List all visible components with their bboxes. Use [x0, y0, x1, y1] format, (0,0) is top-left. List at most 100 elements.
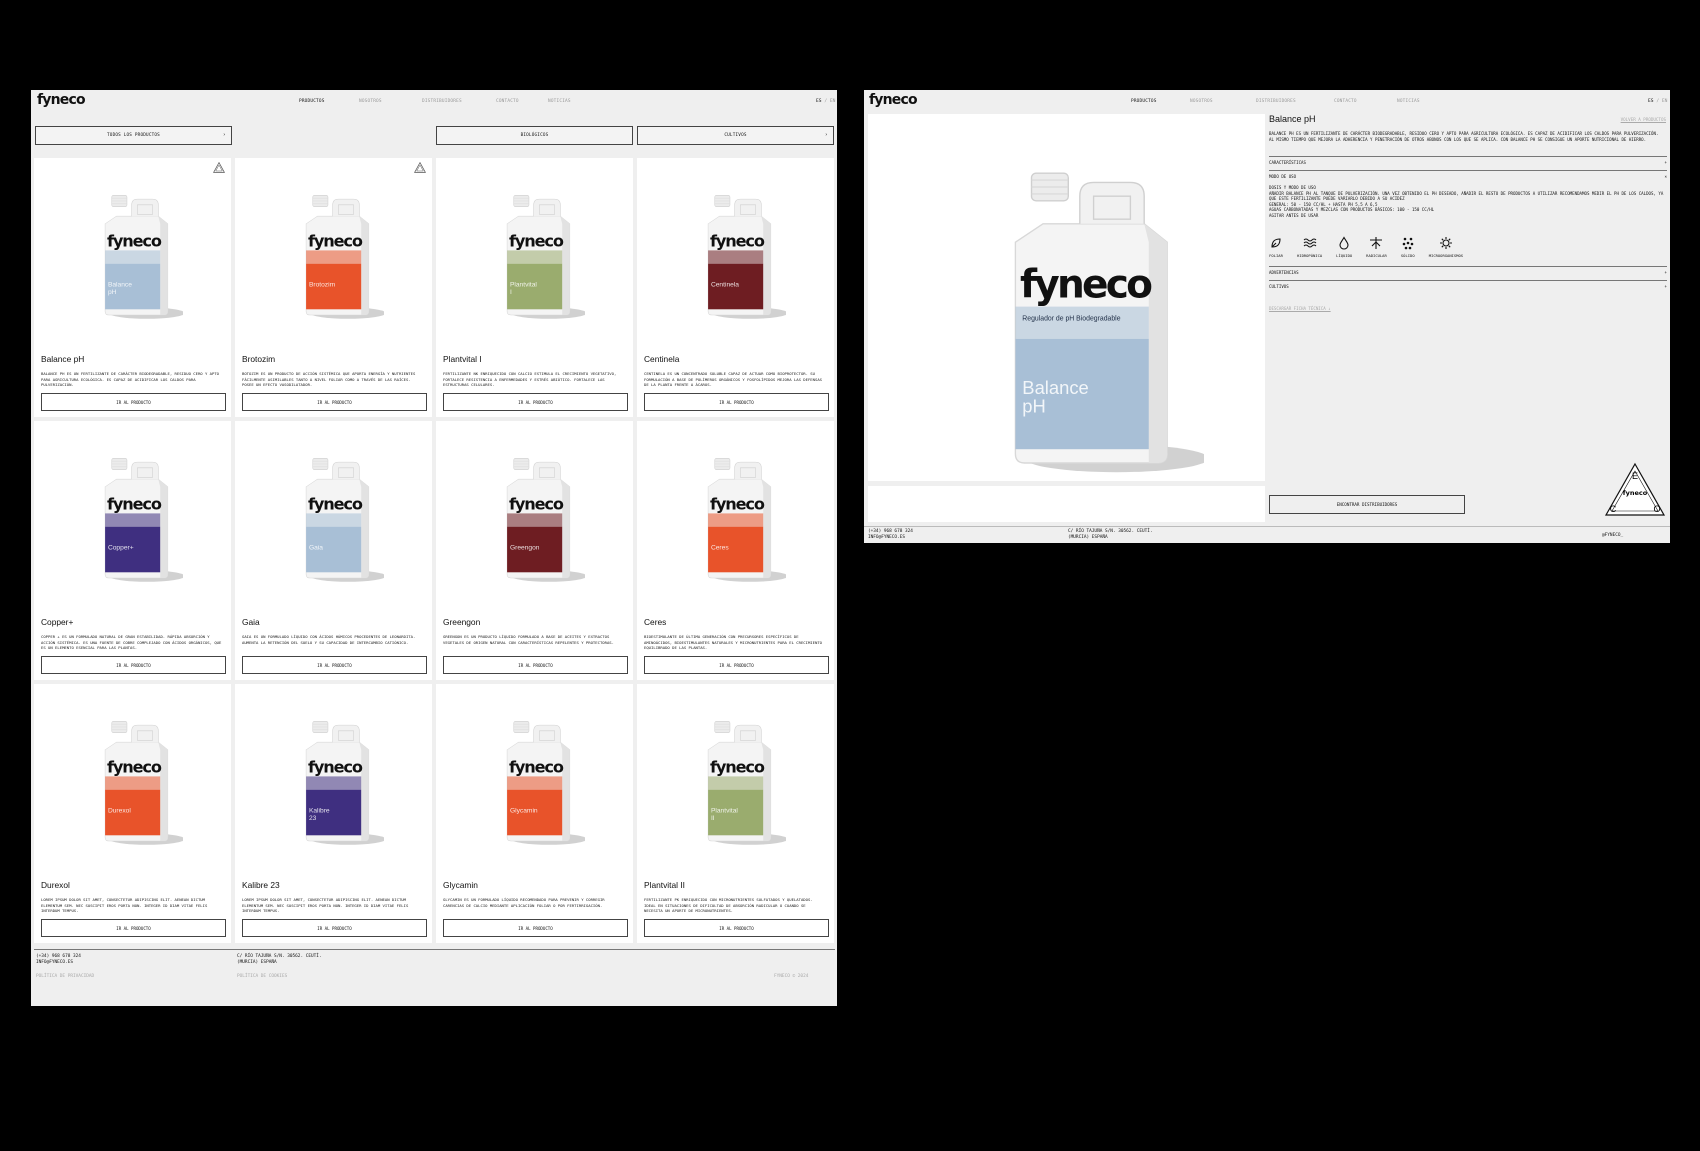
product-card[interactable]: fyneco Plantvital I Plantvital I Fertilizant…: [436, 158, 633, 417]
product-jug-image: fyneco BalancepH: [104, 195, 183, 319]
go-to-product-button[interactable]: Ir al producto: [242, 393, 427, 411]
product-card[interactable]: fyneco Plantvital II Plantvital II Fertiliza…: [637, 684, 834, 943]
go-to-product-button[interactable]: Ir al producto: [242, 656, 427, 674]
product-title: Balance pH: [1269, 114, 1316, 124]
accordion-mode[interactable]: Modo de uso ×: [1269, 170, 1667, 182]
find-distributors-button[interactable]: Encontrar distribuidores: [1269, 495, 1465, 514]
brand-logo[interactable]: fyneco: [37, 92, 86, 108]
go-to-product-button[interactable]: Ir al producto: [644, 393, 829, 411]
nav-contacto[interactable]: Contacto: [496, 99, 548, 104]
product-card-description: Fertilizante NK enriquecido con calcio e…: [443, 371, 617, 388]
go-to-product-button[interactable]: Ir al producto: [443, 919, 628, 937]
footer-privacy-link[interactable]: Política de privacidad: [36, 974, 94, 980]
download-datasheet-link[interactable]: Descargar ficha técnica ↓: [1269, 306, 1331, 311]
lang-es[interactable]: ES: [1648, 99, 1654, 104]
application-icons: Foliar Hidropónica Líquido Radicular Sól…: [1269, 236, 1477, 258]
back-to-products-link[interactable]: Volver a productos: [1621, 117, 1666, 122]
accordion-features[interactable]: Características +: [1269, 156, 1667, 168]
nav-nosotros[interactable]: Nosotros: [359, 99, 422, 104]
jug-label-name: Brotozim: [309, 282, 336, 289]
jug-logo-text: fyneco: [509, 232, 564, 251]
product-card[interactable]: fyneco Brotozim Brotozim Botozim es un prod…: [235, 158, 432, 417]
product-jug-image: fyneco Durexol: [104, 721, 183, 845]
mode-line: Añadir Balance pH al tanque de pulveriza…: [1269, 190, 1664, 202]
nav-noticias[interactable]: Noticias: [548, 99, 598, 104]
product-card[interactable]: fyneco Durexol Durexol Lorem ipsum dolor si…: [34, 684, 231, 943]
footer-cookies-link[interactable]: Política de cookies: [237, 974, 287, 980]
accordion-warnings-label: Advertencias: [1269, 270, 1299, 275]
go-to-product-button[interactable]: Ir al producto: [644, 919, 829, 937]
jug-label-name: II: [711, 815, 715, 822]
product-card[interactable]: fyneco Gaia Gaia Gaia es un formulado líqui…: [235, 421, 432, 680]
jug-logo-text: fyneco: [107, 495, 162, 514]
product-card[interactable]: fyneco Kalibre 23 Kalibre 23 Lorem ipsum dol…: [235, 684, 432, 943]
go-to-product-button[interactable]: Ir al producto: [443, 656, 628, 674]
product-card[interactable]: fyneco Centinela Centinela Centinela es un …: [637, 158, 834, 417]
product-card-description: Copper + es un formulado natural de gran…: [41, 634, 222, 651]
go-to-product-button[interactable]: Ir al producto: [41, 656, 226, 674]
product-card[interactable]: fyneco Copper+ Copper+ Copper + es un formu…: [34, 421, 231, 680]
footer-phone[interactable]: (+34) 968 678 324: [868, 529, 913, 535]
go-to-product-button[interactable]: Ir al producto: [41, 919, 226, 937]
brand-logo[interactable]: fyneco: [869, 92, 918, 108]
go-to-product-button[interactable]: Ir al producto: [41, 393, 226, 411]
jug-logo-text: fyneco: [509, 758, 564, 777]
filter-cultivos[interactable]: Cultivos ›: [637, 126, 834, 145]
eco-certified-icon: [414, 162, 426, 173]
footer-phone[interactable]: (+34) 968 678 324: [36, 954, 81, 960]
product-jug-image: fyneco Gaia: [305, 458, 384, 582]
use-hidroponica: Hidropónica: [1297, 236, 1322, 258]
footer-email[interactable]: info@fyneco.es: [868, 535, 913, 541]
go-to-product-button[interactable]: Ir al producto: [443, 393, 628, 411]
footer-address-line1: C/ Río Tajuña S/N. 30562. Ceutí.: [237, 954, 322, 959]
filter-all-products[interactable]: Todos los productos ›: [35, 126, 232, 145]
product-card-description: Glycamin es un formulado líquido recomen…: [443, 897, 605, 908]
footer-address-line2: (Murcia) España: [1068, 534, 1108, 540]
product-card-title: Plantvital I: [443, 354, 482, 364]
footer-social-handle[interactable]: @fyneco_: [1602, 533, 1623, 539]
product-card-title: Centinela: [644, 354, 680, 364]
product-card-description: Greengon es un producto líquido formulad…: [443, 634, 614, 645]
use-microorganismos: Microorganismos: [1429, 236, 1463, 258]
jug-label-name: Durexol: [108, 808, 131, 815]
eco-seal-letter-c: C: [1610, 504, 1617, 514]
accordion-mode-label: Modo de uso: [1269, 174, 1297, 179]
nav-contacto[interactable]: Contacto: [1334, 99, 1397, 104]
catalog-footer: (+34) 968 678 324 info@fyneco.es C/ Río …: [34, 949, 835, 979]
lang-en[interactable]: EN: [1662, 99, 1668, 104]
product-jug-image: fyneco Centinela: [707, 195, 786, 319]
jug-label-name: pH: [108, 289, 117, 296]
chevron-icon: ›: [222, 132, 226, 138]
product-card-description: Gaia es un formulado líquido con ácidos …: [242, 634, 416, 645]
product-card[interactable]: fyneco Ceres Ceres Bioestimulante de última…: [637, 421, 834, 680]
go-to-product-button[interactable]: Ir al producto: [644, 656, 829, 674]
product-card-title: Kalibre 23: [242, 880, 280, 890]
product-card-description: Fertilizante PK enriquecido con micronut…: [644, 897, 813, 914]
nav-productos[interactable]: Productos: [299, 99, 359, 104]
jug-label-name: Copper+: [108, 545, 134, 552]
accordion-crops-label: Cultivos: [1269, 284, 1289, 289]
nav-distribuidores[interactable]: Distribuidores: [422, 99, 496, 104]
accordion-warnings[interactable]: Advertencias +: [1269, 266, 1667, 278]
accordion-crops[interactable]: Cultivos +: [1269, 280, 1667, 292]
lang-es[interactable]: ES: [816, 99, 822, 104]
mode-of-use-content: Dosis y modo de uso Añadir Balance pH al…: [1269, 185, 1664, 219]
product-card-title: Balance pH: [41, 354, 85, 364]
lang-en[interactable]: EN: [830, 99, 836, 104]
product-card[interactable]: fyneco Glycamin Glycamin Glycamin es un for…: [436, 684, 633, 943]
nav-noticias[interactable]: Noticias: [1397, 99, 1447, 104]
footer-email[interactable]: info@fyneco.es: [36, 960, 81, 966]
lang-sep: /: [824, 99, 828, 104]
nav-nosotros[interactable]: Nosotros: [1190, 99, 1256, 104]
product-card[interactable]: fyneco Greengon Greengon Greengon es un pro…: [436, 421, 633, 680]
jug-label-name: pH: [1022, 395, 1046, 416]
nav-distribuidores[interactable]: Distribuidores: [1256, 99, 1334, 104]
product-jug-image: fyneco Ceres: [707, 458, 786, 582]
filter-biologicos[interactable]: Biológicos: [436, 126, 633, 145]
footer-address-line1: C/ Río Tajuña S/N. 30562. Ceutí.: [1068, 529, 1153, 534]
jug-logo-text: fyneco: [107, 232, 162, 251]
nav-productos[interactable]: Productos: [1131, 99, 1190, 104]
go-to-product-button[interactable]: Ir al producto: [242, 919, 427, 937]
product-card[interactable]: fyneco Balance pH Balance pH Balance pH es u…: [34, 158, 231, 417]
minus-icon: ×: [1664, 174, 1667, 179]
